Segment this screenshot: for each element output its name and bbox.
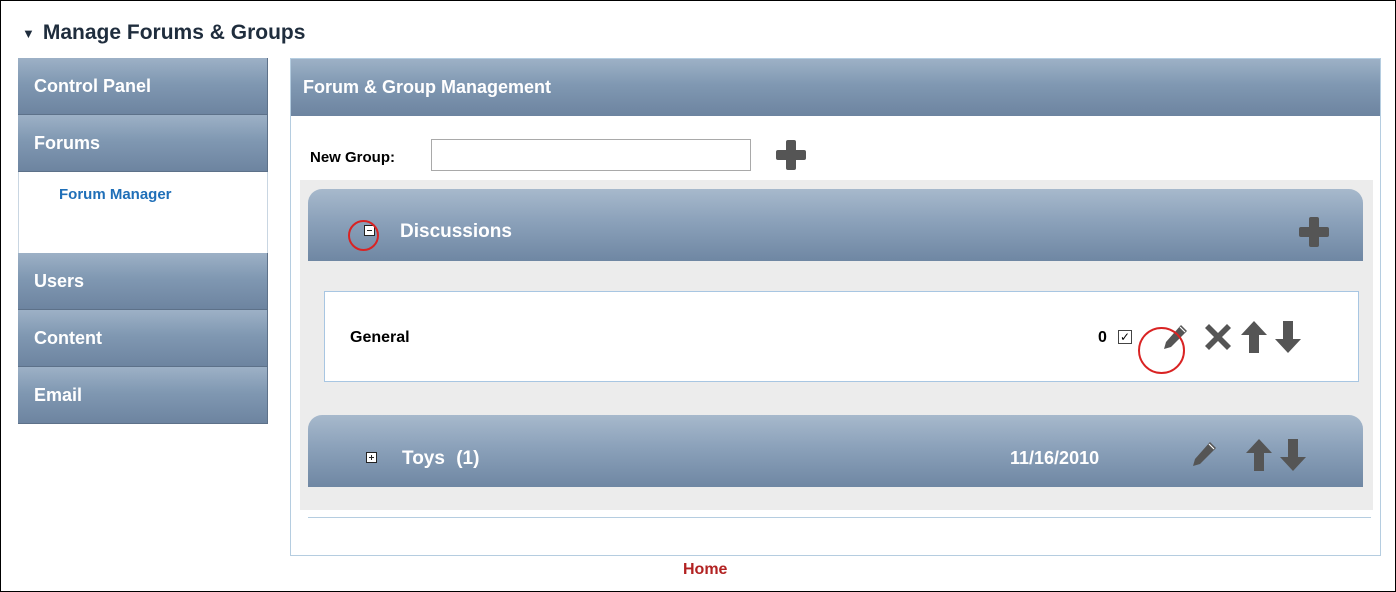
arrow-up-icon bbox=[1246, 439, 1272, 471]
sidebar: Control Panel Forums Forum Manager Users… bbox=[18, 58, 268, 424]
sidebar-item-control-panel[interactable]: Control Panel bbox=[18, 58, 268, 115]
panel-header: Forum & Group Management bbox=[291, 59, 1380, 116]
move-forum-up-button[interactable] bbox=[1239, 318, 1269, 361]
group-title: Discussions bbox=[400, 221, 512, 242]
forum-row-general: General 0 ✓ bbox=[324, 291, 1359, 382]
sidebar-item-email[interactable]: Email bbox=[18, 367, 268, 424]
new-group-label: New Group: bbox=[310, 149, 395, 166]
pencil-icon bbox=[1193, 442, 1216, 466]
arrow-down-icon bbox=[1275, 321, 1301, 353]
divider bbox=[308, 517, 1371, 518]
plus-icon bbox=[1299, 217, 1329, 247]
sidebar-item-forums[interactable]: Forums bbox=[18, 115, 268, 172]
forum-management-panel: Forum & Group Management New Group: Disc… bbox=[290, 58, 1381, 556]
group-title-text: Toys bbox=[402, 448, 445, 469]
forum-count: 0 bbox=[1098, 329, 1107, 346]
sidebar-subitem-label: Forum Manager bbox=[59, 186, 172, 203]
add-forum-button[interactable] bbox=[1296, 214, 1332, 256]
sidebar-item-label: Email bbox=[34, 384, 83, 405]
page-title[interactable]: ▼ Manage Forums & Groups bbox=[22, 21, 305, 45]
add-group-button[interactable] bbox=[773, 137, 809, 178]
delete-x-icon bbox=[1205, 324, 1231, 350]
delete-forum-button[interactable] bbox=[1199, 318, 1237, 361]
new-group-input[interactable] bbox=[431, 139, 751, 171]
arrow-up-icon bbox=[1241, 321, 1267, 353]
sidebar-item-users[interactable]: Users bbox=[18, 253, 268, 310]
groups-container: Discussions General 0 ✓ Toys (1) 11/16/2… bbox=[300, 180, 1373, 510]
sidebar-subitem-forum-manager[interactable]: Forum Manager bbox=[18, 172, 268, 253]
plus-box-icon[interactable] bbox=[366, 452, 377, 463]
group-header-toys: Toys (1) 11/16/2010 bbox=[308, 415, 1363, 487]
group-count: (1) bbox=[456, 448, 480, 469]
move-forum-down-button[interactable] bbox=[1273, 318, 1303, 361]
page-title-text: Manage Forums & Groups bbox=[42, 21, 306, 44]
triangle-down-icon[interactable]: ▼ bbox=[22, 26, 35, 41]
sidebar-item-label: Forums bbox=[34, 132, 101, 153]
arrow-down-icon bbox=[1280, 439, 1306, 471]
edit-group-button[interactable] bbox=[1188, 438, 1220, 476]
group-title: Toys (1) bbox=[402, 448, 479, 470]
move-group-down-button[interactable] bbox=[1278, 436, 1308, 480]
forum-name: General bbox=[350, 329, 410, 346]
move-group-up-button[interactable] bbox=[1244, 436, 1274, 480]
forum-active-checkbox[interactable]: ✓ bbox=[1118, 330, 1132, 344]
pencil-icon bbox=[1164, 325, 1187, 349]
minus-box-icon[interactable] bbox=[364, 225, 375, 236]
panel-title: Forum & Group Management bbox=[303, 77, 552, 97]
group-date: 11/16/2010 bbox=[1010, 448, 1100, 468]
sidebar-item-label: Control Panel bbox=[34, 75, 152, 96]
sidebar-item-content[interactable]: Content bbox=[18, 310, 268, 367]
sidebar-item-label: Users bbox=[34, 270, 85, 291]
plus-icon bbox=[776, 140, 806, 170]
group-header-discussions: Discussions bbox=[308, 189, 1363, 261]
sidebar-item-label: Content bbox=[34, 327, 102, 348]
home-link[interactable]: Home bbox=[683, 561, 727, 579]
edit-forum-button[interactable] bbox=[1159, 321, 1191, 358]
